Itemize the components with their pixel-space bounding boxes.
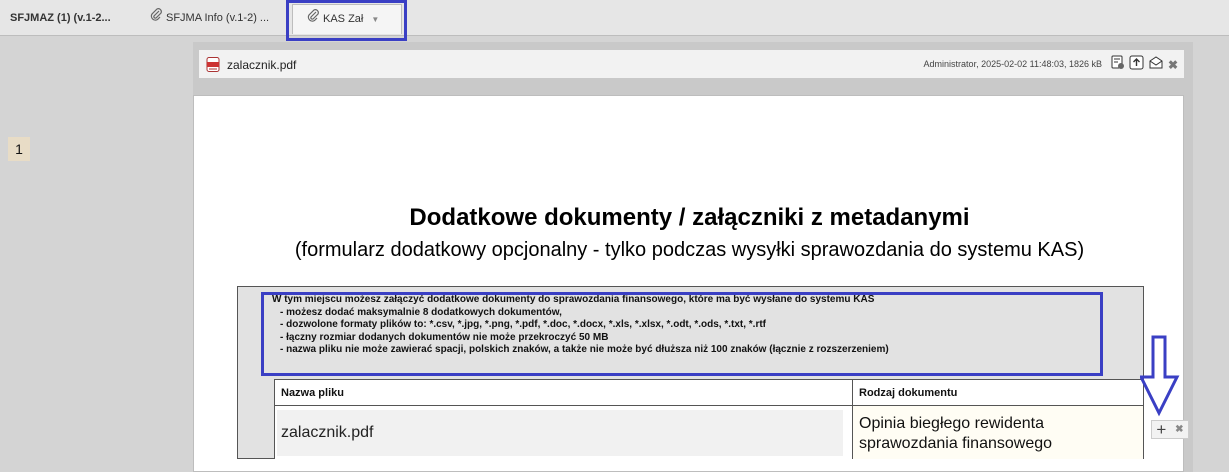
page-subtitle: (formularz dodatkowy opcjonalny - tylko … (294, 239, 1085, 261)
upload-icon[interactable] (1129, 55, 1144, 75)
attachment-filename[interactable]: zalacznik.pdf (227, 58, 296, 72)
close-icon[interactable]: ✖ (1168, 58, 1178, 72)
filename-field[interactable]: zalacznik.pdf (277, 410, 843, 456)
row-number: 1 (8, 137, 30, 161)
remove-row-icon[interactable]: ✖ (1175, 424, 1183, 435)
document-settings-icon[interactable] (1111, 55, 1125, 75)
email-icon[interactable] (1148, 55, 1164, 75)
attachment-actions: ✖ (1111, 55, 1178, 75)
attachment-meta: Administrator, 2025-02-02 11:48:03, 1826… (923, 59, 1102, 69)
table-row: zalacznik.pdf (275, 405, 853, 459)
attachment-header: zalacznik.pdf Administrator, 2025-02-02 … (198, 49, 1185, 79)
column-header-filename: Nazwa pliku (275, 379, 853, 405)
tab-label: SFJMA Info (v.1-2) ... (166, 12, 270, 24)
arrow-down-icon (1138, 335, 1184, 422)
page-title: Dodatkowe dokumenty / załączniki z metad… (409, 204, 970, 231)
tab-label: SFJMAZ (1) (v.1-2... (10, 12, 111, 24)
paperclip-icon (150, 4, 163, 32)
pdf-file-icon (206, 57, 220, 77)
row-actions: + ✖ (1151, 420, 1189, 439)
info-highlight-box (261, 292, 1103, 376)
column-header-doctype: Rodzaj dokumentu (853, 379, 1144, 405)
document-page: Dodatkowe dokumenty / załączniki z metad… (193, 95, 1184, 472)
add-row-icon[interactable]: + (1156, 421, 1166, 438)
tab-sfjmaz[interactable]: SFJMAZ (1) (v.1-2... (10, 4, 111, 32)
doctype-field[interactable]: Opinia biegłego rewidenta sprawozdania f… (853, 405, 1144, 459)
tab-highlight-box (286, 0, 407, 41)
attachments-table: Nazwa pliku Rodzaj dokumentu zalacznik.p… (274, 379, 1144, 459)
tab-sfjma-info[interactable]: SFJMA Info (v.1-2) ... (150, 4, 269, 32)
tab-bar: SFJMAZ (1) (v.1-2... SFJMA Info (v.1-2) … (0, 0, 1229, 36)
